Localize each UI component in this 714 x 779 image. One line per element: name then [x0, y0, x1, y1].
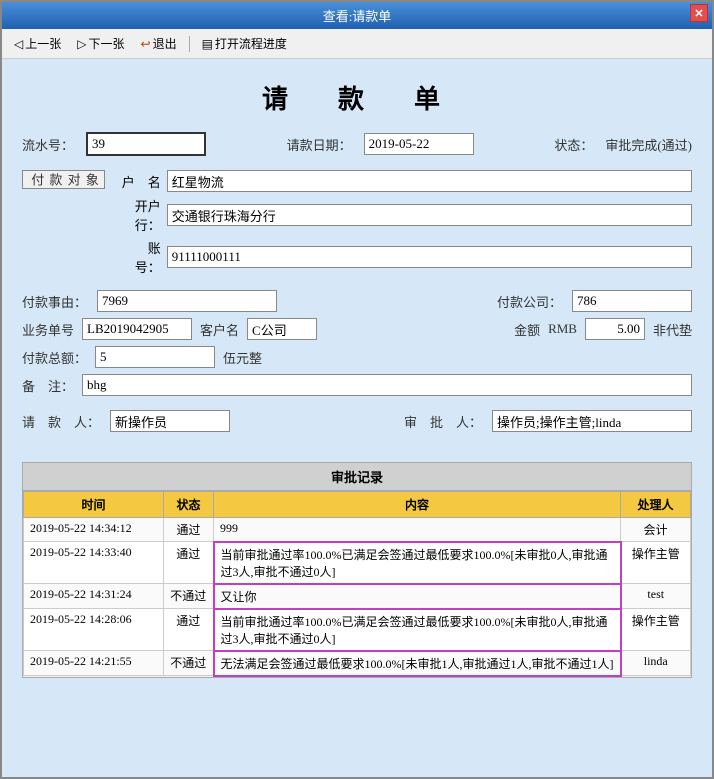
- note-row: 备 注：: [22, 374, 692, 396]
- amount-label: 金额: [514, 320, 540, 339]
- name-row: 户 名: [111, 170, 692, 192]
- approval-time: 2019-05-22 14:28:06: [24, 609, 164, 651]
- date-input[interactable]: [364, 133, 474, 155]
- amount-input[interactable]: [585, 318, 645, 340]
- note-input[interactable]: [82, 374, 692, 396]
- company-input[interactable]: [572, 290, 692, 312]
- col-time: 时间: [24, 492, 164, 518]
- col-handler: 处理人: [621, 492, 691, 518]
- business-row: 业务单号 客户名 金额 RMB 非代垫: [22, 318, 692, 340]
- approval-content: 又让你: [214, 584, 621, 609]
- serial-input[interactable]: [86, 132, 206, 156]
- bank-label: 开户行：: [111, 196, 161, 234]
- total-text: 伍元整: [223, 348, 262, 367]
- status-value: 审批完成(通过): [605, 135, 692, 154]
- window-title: 查看:请款单: [323, 6, 392, 25]
- approval-time: 2019-05-22 14:34:12: [24, 518, 164, 542]
- approval-title: 审批记录: [23, 463, 691, 491]
- approver-input[interactable]: [492, 410, 692, 432]
- company-label: 付款公司：: [497, 292, 562, 311]
- reason-row: 付款事由： 付款公司：: [22, 290, 692, 312]
- bank-row: 开户行：: [111, 196, 692, 234]
- approval-content: 无法满足会签通过最低要求100.0%[未审批1人,审批通过1人,审批不通过1人]: [214, 651, 621, 676]
- amount-type: 非代垫: [653, 320, 692, 339]
- business-input[interactable]: [82, 318, 192, 340]
- approval-status: 通过: [164, 542, 214, 584]
- requester-row: 请 款 人： 审 批 人：: [22, 410, 692, 432]
- business-label: 业务单号: [22, 320, 74, 339]
- reason-label: 付款事由：: [22, 292, 87, 311]
- form-title: 请 款 单: [22, 79, 692, 116]
- approval-section: 审批记录 时间 状态 内容 处理人 2019-05-22 14:34:12通过9…: [22, 462, 692, 678]
- approval-handler: linda: [621, 651, 691, 676]
- serial-label: 流水号：: [22, 135, 74, 154]
- account-input[interactable]: [167, 246, 692, 268]
- next-label: 下一张: [88, 35, 124, 52]
- approval-content: 当前审批通过率100.0%已满足会签通过最低要求100.0%[未审批0人,审批通…: [214, 609, 621, 651]
- payment-target-section: 付款对象 户 名 开户行： 账 号：: [22, 170, 692, 276]
- approval-row: 2019-05-22 14:33:40通过当前审批通过率100.0%已满足会签通…: [24, 542, 691, 584]
- approval-handler: 会计: [621, 518, 691, 542]
- content-area: 请 款 单 流水号： 请款日期： 状态： 审批完成(通过) 付款对象 户 名 开…: [2, 59, 712, 777]
- status-label: 状态：: [554, 135, 593, 154]
- approval-row: 2019-05-22 14:21:55不通过无法满足会签通过最低要求100.0%…: [24, 651, 691, 676]
- account-row: 账 号：: [111, 238, 692, 276]
- customer-label: 客户名: [200, 320, 239, 339]
- total-input[interactable]: [95, 346, 215, 368]
- approval-time: 2019-05-22 14:33:40: [24, 542, 164, 584]
- title-bar: 查看:请款单 ✕: [2, 2, 712, 29]
- progress-button[interactable]: ▤ 打开流程进度: [198, 33, 291, 54]
- toolbar: ◁ 上一张 ▷ 下一张 ↩ 退出 ▤ 打开流程进度: [2, 29, 712, 59]
- approval-status: 不通过: [164, 651, 214, 676]
- date-label: 请款日期：: [287, 135, 352, 154]
- name-label: 户 名: [111, 172, 161, 191]
- prev-label: 上一张: [25, 35, 61, 52]
- main-window: 查看:请款单 ✕ ◁ 上一张 ▷ 下一张 ↩ 退出 ▤ 打开流程进度 请 款 单…: [0, 0, 714, 779]
- requester-label: 请 款 人：: [22, 412, 100, 431]
- reason-input[interactable]: [97, 290, 277, 312]
- requester-input[interactable]: [110, 410, 230, 432]
- approver-label: 审 批 人：: [404, 412, 482, 431]
- close-button[interactable]: ✕: [690, 4, 708, 22]
- approval-table: 时间 状态 内容 处理人 2019-05-22 14:34:12通过999会计2…: [23, 491, 691, 677]
- bank-input[interactable]: [167, 204, 692, 226]
- payment-target-label: 付款对象: [22, 170, 105, 189]
- name-input[interactable]: [167, 170, 692, 192]
- approval-status: 通过: [164, 518, 214, 542]
- approval-time: 2019-05-22 14:21:55: [24, 651, 164, 676]
- progress-label: 打开流程进度: [215, 35, 287, 52]
- toolbar-separator: [189, 36, 190, 52]
- approval-handler: test: [621, 584, 691, 609]
- serial-row: 流水号： 请款日期： 状态： 审批完成(通过): [22, 132, 692, 156]
- approval-content: 999: [214, 518, 621, 542]
- approval-handler: 操作主管: [621, 609, 691, 651]
- customer-input[interactable]: [247, 318, 317, 340]
- approval-row: 2019-05-22 14:34:12通过999会计: [24, 518, 691, 542]
- approval-row: 2019-05-22 14:28:06通过当前审批通过率100.0%已满足会签通…: [24, 609, 691, 651]
- approval-time: 2019-05-22 14:31:24: [24, 584, 164, 609]
- approval-handler: 操作主管: [621, 542, 691, 584]
- col-status: 状态: [164, 492, 214, 518]
- total-label: 付款总额：: [22, 348, 87, 367]
- total-row: 付款总额： 伍元整: [22, 346, 692, 368]
- col-content: 内容: [214, 492, 621, 518]
- next-button[interactable]: ▷ 下一张: [73, 33, 128, 54]
- payment-target-rows: 户 名 开户行： 账 号：: [111, 170, 692, 276]
- exit-label: 退出: [153, 35, 177, 52]
- approval-content: 当前审批通过率100.0%已满足会签通过最低要求100.0%[未审批0人,审批通…: [214, 542, 621, 584]
- prev-button[interactable]: ◁ 上一张: [10, 33, 65, 54]
- prev-icon: ◁: [14, 37, 23, 51]
- account-label: 账 号：: [111, 238, 161, 276]
- exit-icon: ↩: [141, 37, 151, 51]
- approval-status: 通过: [164, 609, 214, 651]
- note-label: 备 注：: [22, 376, 74, 395]
- currency-label: RMB: [548, 321, 577, 337]
- next-icon: ▷: [77, 37, 86, 51]
- exit-button[interactable]: ↩ 退出: [137, 33, 181, 54]
- approval-row: 2019-05-22 14:31:24不通过又让你test: [24, 584, 691, 609]
- approval-status: 不通过: [164, 584, 214, 609]
- progress-icon: ▤: [202, 37, 213, 51]
